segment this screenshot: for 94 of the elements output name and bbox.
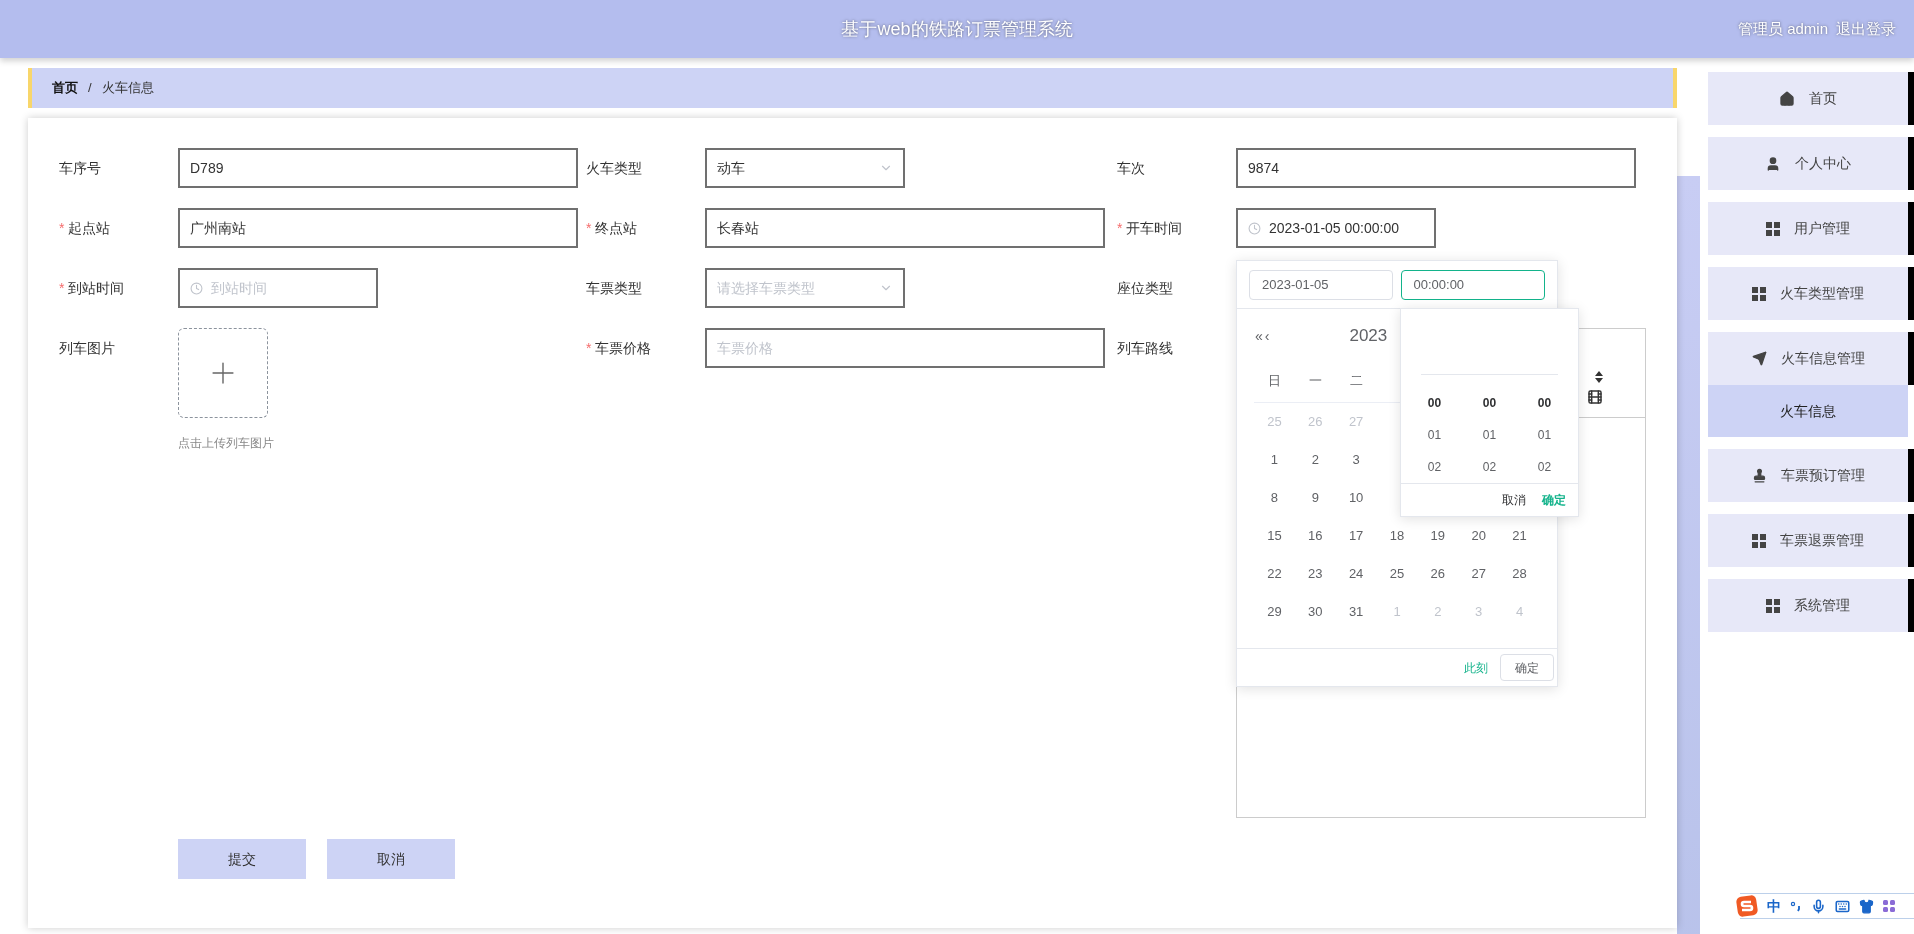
text-field[interactable]: D789 [178,148,578,188]
calendar-day[interactable]: 3 [1335,450,1377,470]
home-icon [1779,90,1795,107]
sidebar-item[interactable]: 车票退票管理 [1708,514,1914,567]
date-input[interactable]: 2023-01-05 [1249,270,1393,300]
breadcrumb-link[interactable]: 首页 [52,78,78,98]
submit-button[interactable]: 提交 [178,839,306,879]
calendar-day[interactable]: 30 [1294,602,1336,622]
calendar-day[interactable]: 16 [1294,526,1336,546]
time-option[interactable]: 01 [1482,419,1497,452]
time-option[interactable]: 00 [1482,387,1497,420]
sidebar-item[interactable]: 火车信息管理 [1708,332,1914,385]
paper-plane-icon [1751,351,1767,366]
grid-icon [1766,221,1780,236]
calendar-day[interactable]: 25 [1376,564,1418,584]
grid-icon [1766,598,1780,613]
punctuation-icon[interactable] [1790,900,1802,912]
calendar-day[interactable]: 19 [1417,526,1459,546]
calendar-day[interactable]: 15 [1254,526,1295,546]
time-option[interactable]: 00 [1537,387,1552,420]
text-field[interactable]: 长春站 [705,208,1105,248]
grid-icon [1752,286,1766,301]
calendar-day[interactable]: 20 [1458,526,1500,546]
calendar-day[interactable]: 28 [1499,564,1540,584]
grid-icon [1752,533,1766,548]
grid-icon[interactable] [1883,900,1895,912]
sidebar-item[interactable]: 用户管理 [1708,202,1914,255]
calendar-day[interactable]: 17 [1335,526,1377,546]
microphone-icon[interactable] [1811,898,1826,914]
calendar-day[interactable]: 9 [1294,488,1336,508]
sidebar-item[interactable]: 车票预订管理 [1708,449,1914,502]
month-title: 2023 [1349,325,1388,348]
time-option[interactable]: 02 [1427,451,1442,484]
weekday-label: 日 [1266,371,1282,390]
field-label: * 终点站 [586,218,638,238]
calendar-day[interactable]: 26 [1417,564,1459,584]
prev-month-button[interactable]: «‹ [1255,325,1272,347]
calendar-day[interactable]: 27 [1458,564,1500,584]
sidebar-subitem[interactable]: 火车信息 [1708,385,1908,437]
sidebar-item[interactable]: 个人中心 [1708,137,1914,190]
field-label: 座位类型 [1117,278,1173,298]
breadcrumb-separator: / [88,79,92,98]
calendar-day[interactable]: 23 [1294,564,1336,584]
field-label: 列车路线 [1117,338,1173,358]
confirm-button[interactable]: 确定 [1500,654,1554,681]
weekday-label: 二 [1348,371,1364,390]
calendar-day[interactable]: 18 [1376,526,1418,546]
datetime-field[interactable]: 2023-01-05 00:00:00 [1236,208,1436,248]
field-label: 车序号 [59,158,101,178]
cancel-button[interactable]: 取消 [327,839,455,879]
app-title: 基于web的铁路订票管理系统 [841,17,1073,41]
clock-icon [190,281,203,295]
shirt-icon[interactable] [1859,898,1874,914]
input-mode[interactable]: 中 [1767,895,1781,917]
upload-hint: 点击上传列车图片 [178,435,274,452]
calendar-day[interactable]: 8 [1254,488,1295,508]
calendar-day[interactable]: 2 [1294,450,1336,470]
time-option[interactable]: 00 [1427,387,1442,420]
field-label: * 起点站 [59,218,111,238]
field-label: * 车票价格 [586,338,652,358]
cancel-link[interactable]: 取消 [1502,491,1526,510]
calendar-day[interactable]: 10 [1335,488,1377,508]
calendar-day[interactable]: 31 [1335,602,1377,622]
sidebar-item[interactable]: 首页 [1708,72,1914,125]
calendar-day[interactable]: 21 [1499,526,1540,546]
upload-area[interactable] [178,328,268,418]
time-option[interactable]: 01 [1427,419,1442,452]
film-icon [1587,389,1603,405]
field-label: * 开车时间 [1117,218,1183,238]
user-icon [1765,155,1781,172]
field-label: 火车类型 [586,158,642,178]
calendar-day[interactable]: 29 [1254,602,1295,622]
field-label: 车票类型 [586,278,642,298]
stamp-icon [1751,468,1767,483]
clock-icon [1248,221,1261,235]
weekday-label: 一 [1307,371,1323,390]
time-option[interactable]: 01 [1537,419,1552,452]
calendar-day[interactable]: 1 [1254,450,1295,470]
time-option[interactable]: 02 [1537,451,1552,484]
text-field[interactable]: 9874 [1236,148,1636,188]
text-field[interactable]: 广州南站 [178,208,578,248]
select-field[interactable]: 动车 [705,148,905,188]
field-label: * 到站时间 [59,278,125,298]
sidebar-item[interactable]: 火车类型管理 [1708,267,1914,320]
sidebar-item[interactable]: 系统管理 [1708,579,1914,632]
time-option[interactable]: 02 [1482,451,1497,484]
field-label: 列车图片 [59,338,115,358]
calendar-day[interactable]: 22 [1254,564,1295,584]
time-input[interactable]: 00:00:00 [1400,270,1545,300]
user-name: 管理员 admin [1737,18,1828,39]
field-label: 车次 [1117,158,1145,178]
sort-icon [1595,371,1603,383]
calendar-day[interactable]: 24 [1335,564,1377,584]
keyboard-icon[interactable] [1835,898,1850,914]
